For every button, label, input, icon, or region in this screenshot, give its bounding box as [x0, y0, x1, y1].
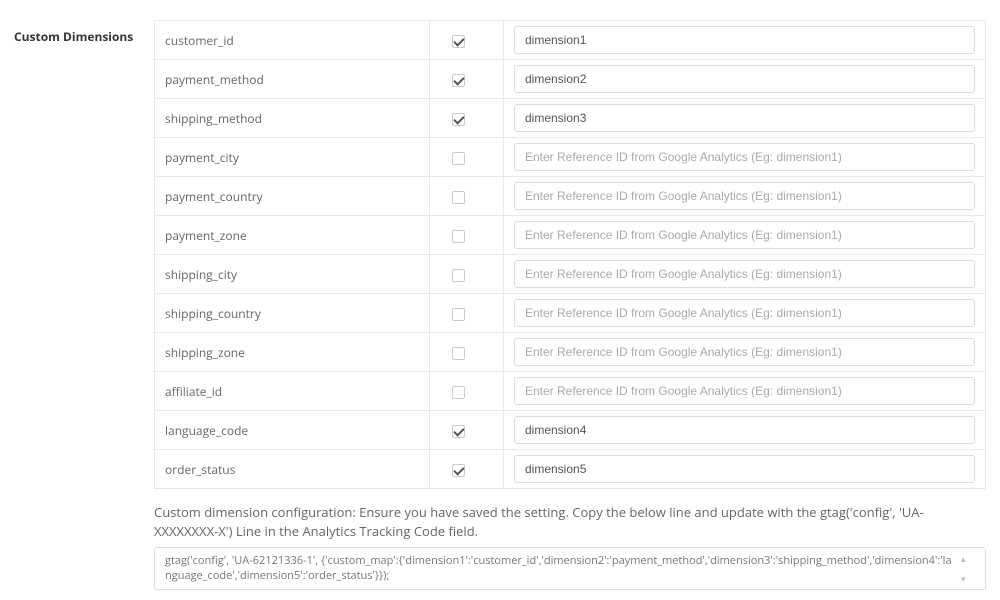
dimension-reference-input[interactable]: [514, 26, 975, 54]
dimension-name: payment_zone: [155, 216, 430, 255]
code-snippet-text: gtag('config', 'UA-62121336-1', {'custom…: [165, 554, 961, 584]
dimension-name: shipping_zone: [155, 333, 430, 372]
table-row: customer_id: [155, 21, 986, 60]
dimension-checkbox-cell: [430, 216, 504, 255]
dimension-checkbox-cell: [430, 255, 504, 294]
dimension-checkbox-cell: [430, 294, 504, 333]
dimension-name: affiliate_id: [155, 372, 430, 411]
dimension-checkbox-cell: [430, 21, 504, 60]
dimension-input-cell: [504, 21, 986, 60]
dimensions-table: customer_idpayment_methodshipping_method…: [154, 20, 986, 489]
scroll-up-icon[interactable]: ▴: [961, 554, 975, 563]
table-row: shipping_country: [155, 294, 986, 333]
dimension-reference-input[interactable]: [514, 260, 975, 288]
section-label: Custom Dimensions: [14, 20, 154, 45]
dimension-checkbox-cell: [430, 99, 504, 138]
dimension-input-cell: [504, 372, 986, 411]
help-text: Custom dimension configuration: Ensure y…: [154, 503, 986, 541]
table-row: payment_country: [155, 177, 986, 216]
table-row: language_code: [155, 411, 986, 450]
dimension-input-cell: [504, 255, 986, 294]
dimension-checkbox[interactable]: [452, 191, 465, 204]
dimension-name: payment_country: [155, 177, 430, 216]
dimension-checkbox-cell: [430, 450, 504, 489]
dimension-checkbox-cell: [430, 177, 504, 216]
dimension-name: language_code: [155, 411, 430, 450]
dimension-reference-input[interactable]: [514, 182, 975, 210]
dimension-checkbox[interactable]: [452, 386, 465, 399]
code-scroll-arrows: ▴ ▾: [961, 554, 975, 584]
dimension-input-cell: [504, 294, 986, 333]
dimension-reference-input[interactable]: [514, 455, 975, 483]
dimension-input-cell: [504, 60, 986, 99]
dimension-checkbox[interactable]: [452, 230, 465, 243]
main-column: customer_idpayment_methodshipping_method…: [154, 20, 986, 590]
dimension-checkbox-cell: [430, 411, 504, 450]
dimension-name: shipping_city: [155, 255, 430, 294]
table-row: payment_zone: [155, 216, 986, 255]
table-row: order_status: [155, 450, 986, 489]
dimension-input-cell: [504, 99, 986, 138]
dimension-reference-input[interactable]: [514, 143, 975, 171]
dimension-checkbox[interactable]: [452, 308, 465, 321]
dimension-name: shipping_method: [155, 99, 430, 138]
dimension-input-cell: [504, 333, 986, 372]
dimension-checkbox[interactable]: [452, 347, 465, 360]
table-row: shipping_method: [155, 99, 986, 138]
dimension-checkbox[interactable]: [452, 269, 465, 282]
table-row: shipping_city: [155, 255, 986, 294]
dimension-reference-input[interactable]: [514, 338, 975, 366]
dimension-checkbox[interactable]: [452, 464, 465, 477]
dimension-input-cell: [504, 177, 986, 216]
dimension-checkbox-cell: [430, 138, 504, 177]
code-snippet-box[interactable]: gtag('config', 'UA-62121336-1', {'custom…: [154, 547, 986, 591]
dimension-name: shipping_country: [155, 294, 430, 333]
table-row: affiliate_id: [155, 372, 986, 411]
dimension-reference-input[interactable]: [514, 416, 975, 444]
dimension-input-cell: [504, 450, 986, 489]
dimension-reference-input[interactable]: [514, 221, 975, 249]
dimension-name: payment_city: [155, 138, 430, 177]
dimension-reference-input[interactable]: [514, 299, 975, 327]
dimension-reference-input[interactable]: [514, 377, 975, 405]
dimension-checkbox[interactable]: [452, 74, 465, 87]
table-row: payment_city: [155, 138, 986, 177]
dimension-name: payment_method: [155, 60, 430, 99]
dimension-checkbox[interactable]: [452, 35, 465, 48]
dimension-input-cell: [504, 411, 986, 450]
dimension-checkbox[interactable]: [452, 152, 465, 165]
dimension-checkbox-cell: [430, 60, 504, 99]
dimension-checkbox-cell: [430, 333, 504, 372]
dimension-checkbox[interactable]: [452, 113, 465, 126]
table-row: payment_method: [155, 60, 986, 99]
dimension-checkbox-cell: [430, 372, 504, 411]
dimension-checkbox[interactable]: [452, 425, 465, 438]
dimension-reference-input[interactable]: [514, 65, 975, 93]
scroll-down-icon[interactable]: ▾: [961, 574, 975, 583]
dimension-reference-input[interactable]: [514, 104, 975, 132]
dimension-input-cell: [504, 216, 986, 255]
table-row: shipping_zone: [155, 333, 986, 372]
dimension-name: customer_id: [155, 21, 430, 60]
dimension-input-cell: [504, 138, 986, 177]
dimension-name: order_status: [155, 450, 430, 489]
